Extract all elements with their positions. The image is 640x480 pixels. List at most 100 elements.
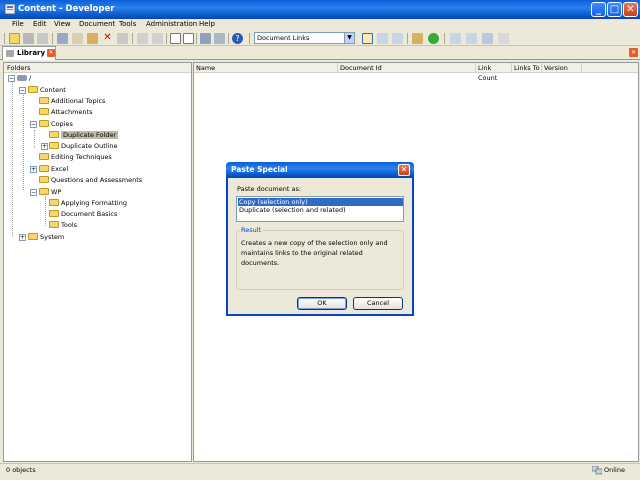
tree-item-tools[interactable]: Tools [49, 220, 77, 231]
network-icon [592, 466, 602, 475]
tree-item-label: Applying Formatting [61, 199, 127, 207]
toolbar-separator [196, 33, 197, 44]
toolbar-separator [166, 33, 167, 44]
menu-help[interactable]: Help [199, 20, 215, 28]
folder-icon [49, 221, 59, 228]
tree-expander[interactable]: − [30, 189, 37, 196]
tree-root[interactable]: / [17, 73, 31, 84]
tree-item-attachments[interactable]: Attachments [39, 107, 93, 118]
redo-icon[interactable] [152, 33, 163, 44]
tree-expander[interactable]: + [41, 143, 48, 150]
tree-item-label: Duplicate Folder [61, 131, 119, 139]
menu-file[interactable]: File [12, 20, 24, 28]
cancel-button[interactable]: Cancel [353, 297, 403, 310]
tab-library-label: Library [17, 49, 46, 57]
tree-item-editing-techniques[interactable]: Editing Techniques [39, 152, 112, 163]
tree-item-label: Content [40, 86, 66, 94]
tree-expander[interactable]: + [19, 234, 26, 241]
dialog-close-button[interactable]: ✕ [398, 164, 410, 176]
tree-item-excel[interactable]: Excel [39, 164, 68, 175]
details-view-icon[interactable] [362, 33, 373, 44]
column-name[interactable]: Name [194, 63, 338, 73]
undo-icon[interactable] [137, 33, 148, 44]
menu-view[interactable]: View [54, 20, 71, 28]
maximize-button[interactable]: □ [607, 2, 622, 17]
tree-expander[interactable]: − [19, 87, 26, 94]
server-icon [17, 75, 27, 81]
menu-tools[interactable]: Tools [119, 20, 136, 28]
menu-edit[interactable]: Edit [33, 20, 47, 28]
vertical-split-icon[interactable] [392, 33, 403, 44]
rename-icon[interactable] [117, 33, 128, 44]
tree-item-duplicate-folder[interactable]: Duplicate Folder [49, 130, 119, 141]
option-duplicate[interactable]: Duplicate (selection and related) [238, 206, 403, 214]
tree-item-system[interactable]: System [28, 232, 64, 243]
tree-item-additional-topics[interactable]: Additional Topics [39, 96, 105, 107]
user-icon[interactable] [482, 33, 493, 44]
column-version[interactable]: Version [542, 63, 582, 73]
column-link-count[interactable]: Link Count [476, 63, 512, 82]
save-icon[interactable] [23, 33, 34, 44]
tree-item-questions[interactable]: Questions and Assessments [39, 175, 142, 186]
refresh-icon[interactable] [428, 33, 439, 44]
copy-icon[interactable] [72, 33, 83, 44]
find-icon[interactable] [200, 33, 211, 44]
spell-check-icon[interactable] [214, 33, 225, 44]
window-close-button[interactable]: ✕ [623, 2, 638, 17]
panel-close-icon[interactable]: ✕ [629, 48, 638, 57]
toolbar-separator [407, 33, 408, 44]
dialog-title: Paste Special [226, 162, 414, 178]
tree-item-label: Tools [61, 221, 78, 229]
save-all-icon[interactable] [37, 33, 48, 44]
paste-as-label: Paste document as: [237, 185, 302, 193]
library-icon [6, 50, 14, 57]
tree-expander[interactable]: − [8, 75, 15, 82]
tree-expander[interactable]: − [30, 121, 37, 128]
toolbar-separator [444, 33, 445, 44]
tree-item-wp[interactable]: WP [39, 187, 61, 198]
tree-item-content[interactable]: Content [28, 85, 66, 96]
lock-icon[interactable] [498, 33, 509, 44]
paste-icon[interactable] [87, 33, 98, 44]
documents-header: Name Document Id Link Count Links To Ver… [194, 63, 638, 82]
delete-icon[interactable]: ✕ [102, 33, 113, 44]
help-icon[interactable]: ? [232, 33, 243, 44]
tree-item-copies[interactable]: Copies [39, 119, 73, 130]
minimize-button[interactable]: _ [591, 2, 606, 17]
folder-icon [39, 153, 49, 160]
check-out-icon[interactable] [466, 33, 477, 44]
window-title: Content - Developer [18, 4, 115, 14]
paste-as-list[interactable]: Copy (selection only) Duplicate (selecti… [236, 196, 404, 222]
option-copy[interactable]: Copy (selection only) [238, 198, 403, 206]
tab-strip [0, 46, 640, 60]
check-in-icon[interactable] [450, 33, 461, 44]
expand-icon[interactable] [170, 33, 181, 44]
tree-item-applying-formatting[interactable]: Applying Formatting [49, 198, 127, 209]
menu-administration[interactable]: Administration [146, 20, 197, 28]
tree-item-label: Document Basics [61, 210, 118, 218]
tree-root-label: / [29, 74, 32, 82]
column-document-id[interactable]: Document Id [338, 63, 476, 73]
tree-item-label: Editing Techniques [51, 153, 112, 161]
ok-button[interactable]: OK [297, 297, 347, 310]
tree-item-document-basics[interactable]: Document Basics [49, 209, 117, 220]
tab-close-icon[interactable]: ✕ [47, 49, 55, 57]
column-links-to[interactable]: Links To [512, 63, 542, 73]
folder-icon [39, 188, 49, 195]
tree-item-label: Excel [51, 165, 69, 173]
properties-icon[interactable] [412, 33, 423, 44]
folder-icon [49, 131, 59, 138]
connection-status: Online [604, 466, 625, 474]
horizontal-split-icon[interactable] [377, 33, 388, 44]
collapse-icon[interactable] [183, 33, 194, 44]
chevron-down-icon[interactable]: ▼ [344, 33, 354, 43]
tree-expander[interactable]: + [30, 166, 37, 173]
view-select[interactable]: Document Links [254, 32, 355, 44]
menu-document[interactable]: Document [79, 20, 115, 28]
open-folder-icon[interactable] [9, 33, 20, 44]
tree-item-duplicate-outline[interactable]: Duplicate Outline [49, 141, 118, 152]
cut-icon[interactable] [57, 33, 68, 44]
folder-icon [39, 176, 49, 183]
toolbar-separator [249, 33, 250, 44]
folder-icon [28, 233, 38, 240]
